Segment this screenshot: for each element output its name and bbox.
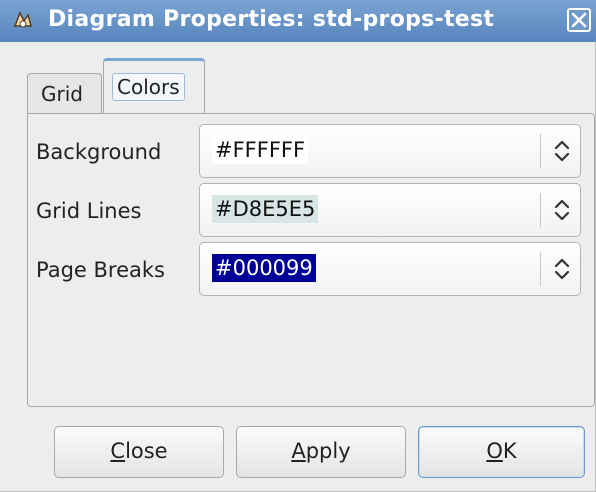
title-bar[interactable]: Diagram Properties: std-props-test: [0, 0, 596, 42]
grid-lines-color-value: #D8E5E5: [212, 195, 319, 223]
up-down-arrows-icon[interactable]: [550, 197, 574, 223]
tab-colors-label: Colors: [112, 73, 185, 101]
combo-separator: [540, 252, 541, 286]
up-down-arrows-icon[interactable]: [550, 138, 574, 164]
background-color-value: #FFFFFF: [212, 136, 309, 164]
combo-separator: [540, 193, 541, 227]
close-icon: [571, 12, 587, 28]
up-down-arrows-icon[interactable]: [550, 256, 574, 282]
close-mnemonic: C: [110, 439, 126, 463]
ok-button[interactable]: OK: [418, 426, 585, 478]
page-breaks-color-combo[interactable]: #000099: [199, 242, 581, 296]
close-label: lose: [125, 439, 168, 463]
page-breaks-label: Page Breaks: [36, 258, 165, 282]
page-breaks-color-value: #000099: [212, 254, 316, 282]
background-label: Background: [36, 140, 162, 164]
tab-colors[interactable]: Colors: [103, 58, 205, 114]
apply-button[interactable]: Apply: [236, 426, 406, 478]
close-window-button[interactable]: [567, 8, 591, 32]
apply-mnemonic: A: [291, 439, 306, 463]
grid-lines-color-combo[interactable]: #D8E5E5: [199, 183, 581, 237]
apply-label: pply: [305, 439, 351, 463]
diagram-properties-dialog: Diagram Properties: std-props-test Grid …: [0, 0, 596, 492]
combo-separator: [540, 134, 541, 168]
background-color-combo[interactable]: #FFFFFF: [199, 124, 581, 178]
tab-grid[interactable]: Grid: [27, 73, 102, 114]
tab-grid-label: Grid: [41, 82, 83, 106]
window-title: Diagram Properties: std-props-test: [48, 7, 495, 32]
grid-lines-label: Grid Lines: [36, 199, 142, 223]
ok-mnemonic: O: [486, 439, 503, 463]
ok-label: K: [502, 439, 517, 463]
close-button[interactable]: Close: [54, 426, 224, 478]
dia-app-icon: [13, 11, 32, 28]
